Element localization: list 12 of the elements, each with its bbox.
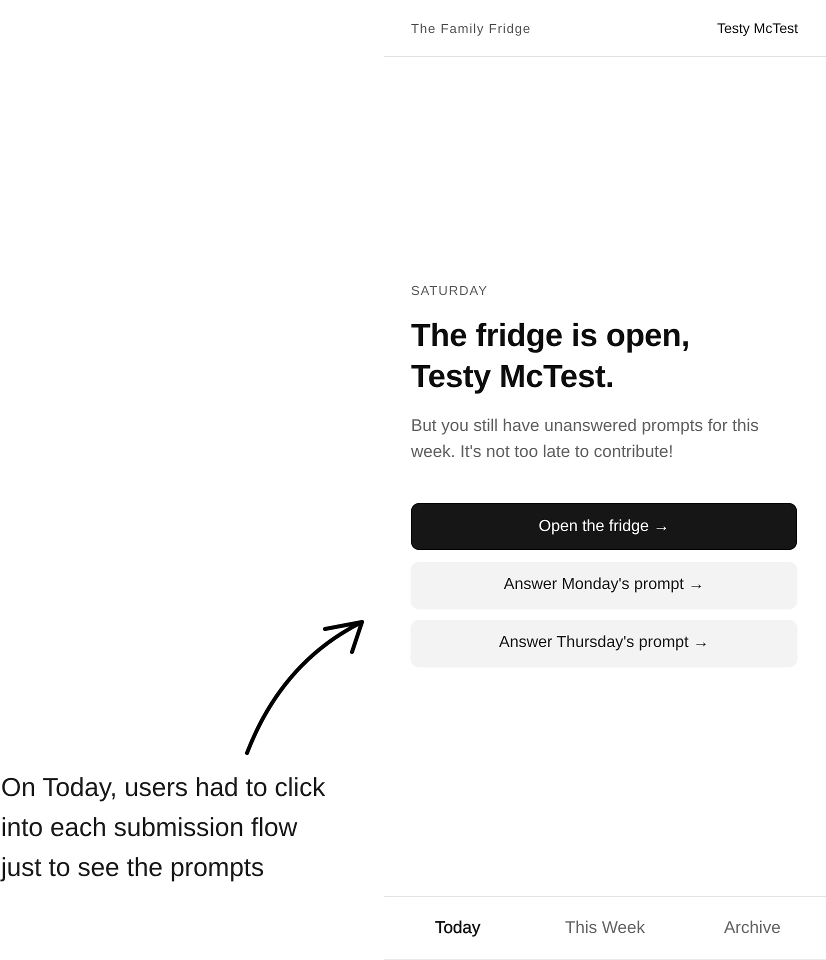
greeting-heading: The fridge is open, Testy McTest. [411,316,691,396]
prompt-button[interactable]: Answer Monday's prompt → [411,562,797,608]
user-name[interactable]: Testy McTest [717,20,798,36]
app-title: The Family Fridge [411,20,532,36]
primary-button[interactable]: Open the fridge → [411,503,797,550]
nav-tab[interactable]: Today [384,897,532,959]
nav-tab[interactable]: This Week [531,897,679,959]
annotation-text: On Today, users had to click into each submission flow just to see the prompts [1,771,326,884]
nav-tab[interactable]: Archive [678,897,826,959]
prompt-button[interactable]: Answer Thursday's prompt → [411,620,797,666]
reminder-text: But you still have unanswered prompts for this week. It's not too late to contribute! [411,415,760,463]
day-label: SATURDAY [411,283,488,299]
